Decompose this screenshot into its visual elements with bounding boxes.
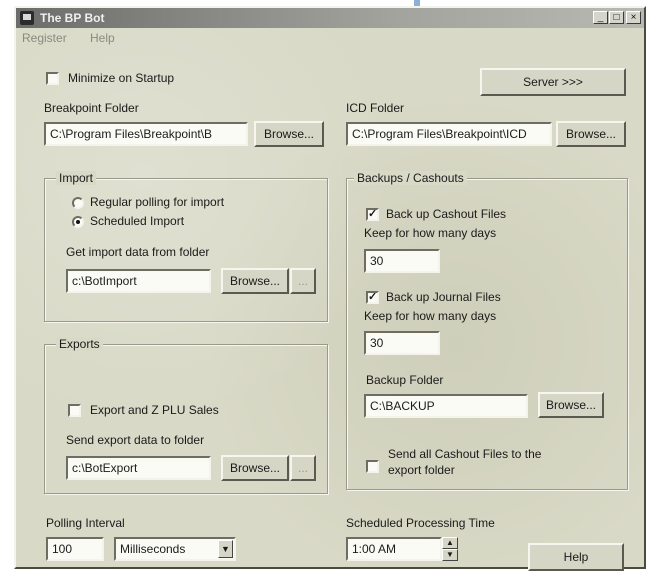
regular-polling-label: Regular polling for import: [90, 195, 225, 209]
menu-register[interactable]: Register: [22, 31, 67, 45]
backup-folder-label: Backup Folder: [366, 373, 444, 387]
send-cashout-label-1: Send all Cashout Files to the: [388, 447, 542, 461]
minimize-on-startup-label: Minimize on Startup: [68, 71, 175, 85]
backup-journal-label: Back up Journal Files: [386, 290, 501, 304]
backup-folder-input[interactable]: C:\BACKUP: [364, 394, 528, 418]
minimize-button[interactable]: _: [593, 11, 608, 24]
scheduled-time-input[interactable]: 1:00 AM: [346, 537, 442, 561]
backups-group-title: Backups / Cashouts: [354, 171, 467, 185]
import-group-title: Import: [56, 171, 97, 185]
import-extra-button[interactable]: ...: [290, 268, 316, 294]
import-folder-input[interactable]: c:\BotImport: [66, 269, 211, 293]
cashout-keep-days-input[interactable]: 30: [364, 249, 440, 273]
export-folder-label: Send export data to folder: [66, 433, 205, 447]
import-folder-label: Get import data from folder: [66, 245, 210, 259]
app-icon[interactable]: [20, 11, 34, 25]
breakpoint-folder-input[interactable]: C:\Program Files\Breakpoint\B: [44, 122, 248, 146]
backup-cashout-label: Back up Cashout Files: [386, 207, 507, 221]
export-z-plu-checkbox[interactable]: [68, 404, 81, 417]
menu-help[interactable]: Help: [90, 31, 115, 45]
send-cashout-checkbox[interactable]: [366, 460, 379, 473]
icd-browse-button[interactable]: Browse...: [556, 121, 626, 147]
export-z-plu-label: Export and Z PLU Sales: [90, 403, 219, 417]
app-window: The BP Bot _ □ × Register Help Minimize …: [14, 6, 646, 571]
chevron-down-icon[interactable]: ▼: [218, 540, 233, 558]
export-folder-input[interactable]: c:\BotExport: [66, 456, 211, 480]
polling-interval-label: Polling Interval: [46, 516, 125, 530]
menu-bar: Register Help: [16, 29, 644, 47]
export-browse-button[interactable]: Browse...: [221, 455, 289, 481]
polling-interval-input[interactable]: 100: [46, 537, 104, 561]
backup-browse-button[interactable]: Browse...: [538, 392, 604, 418]
icd-folder-input[interactable]: C:\Program Files\Breakpoint\ICD: [346, 122, 552, 146]
regular-polling-radio[interactable]: [72, 197, 84, 209]
keep-days-label-1: Keep for how many days: [364, 226, 497, 240]
backup-cashout-checkbox[interactable]: ✓: [366, 208, 379, 221]
maximize-button[interactable]: □: [609, 11, 624, 24]
server-button[interactable]: Server >>>: [480, 68, 626, 96]
export-extra-button[interactable]: ...: [290, 455, 316, 481]
send-cashout-label-2: export folder: [388, 463, 455, 477]
close-button[interactable]: ×: [626, 11, 641, 24]
import-browse-button[interactable]: Browse...: [221, 268, 289, 294]
spin-up-icon[interactable]: ▲: [442, 537, 458, 549]
help-button[interactable]: Help: [528, 543, 624, 571]
window-title: The BP Bot: [40, 11, 105, 25]
keep-days-label-2: Keep for how many days: [364, 309, 497, 323]
minimize-on-startup-checkbox[interactable]: [46, 72, 59, 85]
polling-unit-select[interactable]: Milliseconds ▼: [114, 537, 236, 561]
breakpoint-browse-button[interactable]: Browse...: [254, 121, 324, 147]
icd-folder-label: ICD Folder: [346, 101, 405, 115]
polling-unit-value: Milliseconds: [120, 542, 186, 556]
title-bar[interactable]: The BP Bot _ □ ×: [16, 8, 644, 28]
breakpoint-folder-label: Breakpoint Folder: [44, 101, 139, 115]
backup-journal-checkbox[interactable]: ✓: [366, 291, 379, 304]
scheduled-time-label: Scheduled Processing Time: [346, 516, 495, 530]
journal-keep-days-input[interactable]: 30: [364, 331, 440, 355]
spin-down-icon[interactable]: ▼: [442, 549, 458, 561]
scheduled-import-label: Scheduled Import: [90, 214, 185, 228]
exports-group-title: Exports: [56, 337, 103, 351]
scheduled-import-radio[interactable]: [72, 216, 84, 228]
